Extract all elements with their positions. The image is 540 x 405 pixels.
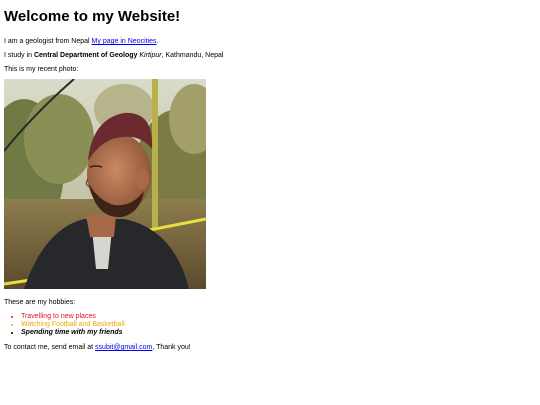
page: Welcome to my Website! I am a geologist … <box>0 0 540 405</box>
hobbies-list: Travelling to new places Watching Footba… <box>4 313 536 337</box>
intro-paragraph: I am a geologist from Nepal My page in N… <box>4 37 536 46</box>
study-prefix: I study in <box>4 52 34 59</box>
study-suffix: , Kathmandu, Nepal <box>161 52 224 59</box>
hobby-item-friends: Spending time with my friends <box>21 329 536 337</box>
photo-caption: This is my recent photo: <box>4 66 79 73</box>
contact-suffix: , Thank you! <box>152 344 191 351</box>
contact-prefix: To contact me, send email at <box>4 344 96 351</box>
hobby-item-watching: Watching Football and Basketball <box>21 321 536 329</box>
email-link[interactable]: ssubit@gmail.com <box>95 344 152 351</box>
profile-photo <box>4 79 206 289</box>
study-paragraph: I study in Central Department of Geology… <box>4 51 536 60</box>
profile-photo-illustration <box>4 79 206 289</box>
place-name: Kirtipur <box>139 52 162 59</box>
neocities-link[interactable]: My page in Neocities <box>92 38 157 45</box>
intro-text: I am a geologist from Nepal <box>4 38 92 45</box>
department-name: Central Department of Geology <box>33 52 138 59</box>
contact-paragraph: To contact me, send email at ssubit@gmai… <box>4 343 536 352</box>
intro-suffix: . <box>156 38 159 45</box>
hobbies-intro: These are my hobbies: <box>4 299 76 306</box>
hobby-item-travelling: Travelling to new places <box>21 313 536 321</box>
page-title: Welcome to my Website! <box>4 8 181 25</box>
